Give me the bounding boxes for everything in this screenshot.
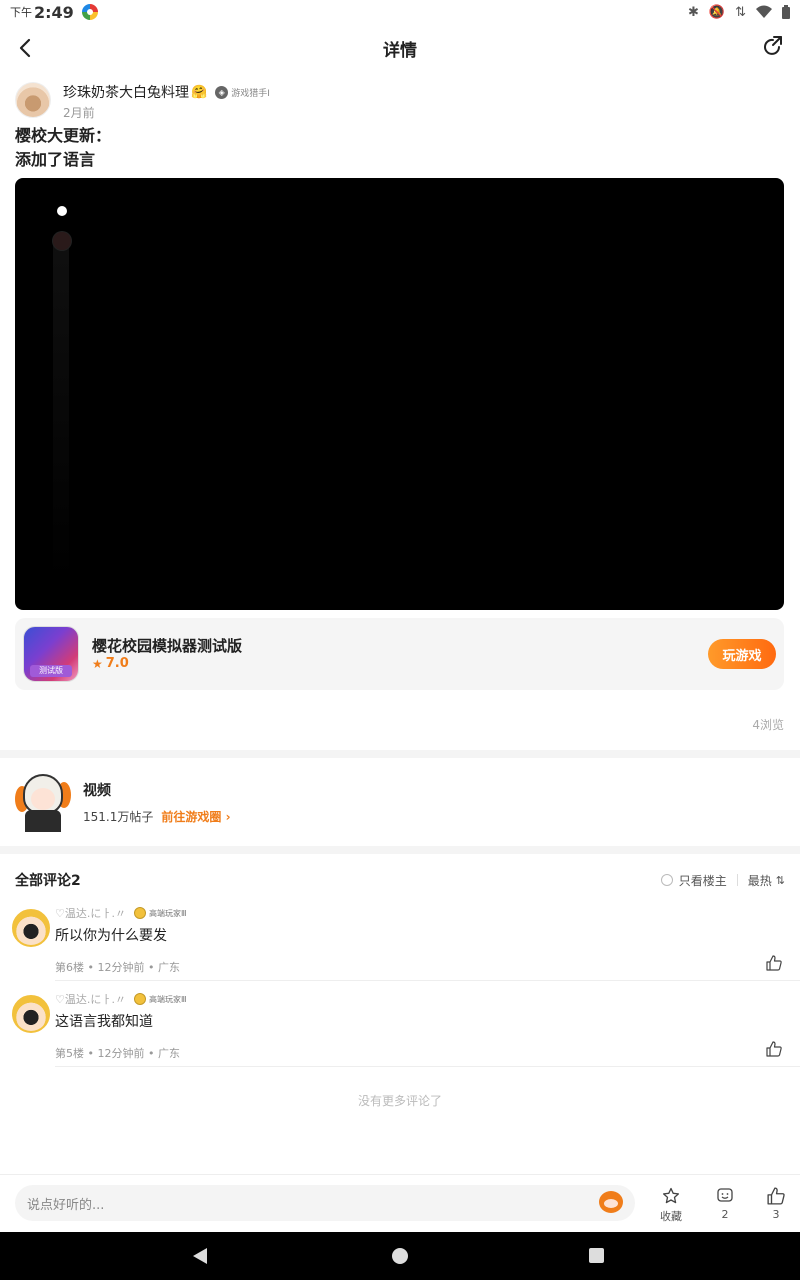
game-rating-value: 7.0 xyxy=(105,656,129,671)
comment-text: 所以你为什么要发 xyxy=(55,928,167,944)
game-name[interactable]: 樱花校园模拟器测试版 xyxy=(92,635,242,656)
bottom-action-bar: 说点好听的... 收藏 2 3 xyxy=(0,1174,800,1232)
comment-emoji-icon xyxy=(717,1188,733,1202)
author-emoji: 🤗 xyxy=(191,84,208,100)
section-divider-2 xyxy=(0,846,800,854)
only-op-radio-icon[interactable] xyxy=(660,874,673,886)
chevron-right-icon: › xyxy=(225,809,231,824)
status-ampm: 下午 xyxy=(10,6,32,19)
post-text-line1: 樱校大更新： xyxy=(15,126,112,145)
commenter-rank-label: 高端玩家Ⅲ xyxy=(148,908,187,918)
thumbs-up-icon xyxy=(767,1187,785,1205)
commenter-name[interactable]: ♡温达.にㅏ.〃 xyxy=(55,991,126,1007)
rank-icon xyxy=(133,993,146,1005)
comment-count: 2 xyxy=(721,1208,729,1221)
only-op-toggle[interactable]: 只看楼主 xyxy=(679,872,727,889)
author-name[interactable]: 珍珠奶茶大白兔料理 xyxy=(63,82,189,102)
video-indicator-dot xyxy=(57,206,67,216)
comments-title: 全部评论2 xyxy=(15,873,81,889)
data-transfer-icon: ⇅ xyxy=(735,4,746,20)
battery-icon xyxy=(782,5,790,19)
share-icon[interactable] xyxy=(760,34,786,60)
status-bar: 下午 2:49 ✱ 🔕 ⇅ xyxy=(0,0,800,24)
circle-post-count: 151.1万帖子 xyxy=(83,809,154,824)
comment-count-button[interactable]: 2 xyxy=(705,1187,745,1221)
game-circle[interactable]: 视频 151.1万帖子 前往游戏圈 › xyxy=(15,772,231,832)
goto-circle-link[interactable]: 前往游戏圈 › xyxy=(161,808,230,825)
video-player[interactable] xyxy=(15,178,784,610)
thumbs-up-icon[interactable] xyxy=(766,955,782,971)
author-avatar[interactable] xyxy=(15,82,51,118)
favorite-button[interactable]: 收藏 xyxy=(651,1187,691,1224)
commenter-avatar[interactable] xyxy=(12,995,50,1033)
status-time: 2:49 xyxy=(34,2,74,22)
post-time: 2月前 xyxy=(63,106,95,120)
post-author: 珍珠奶茶大白兔料理 🤗 ◈ 游戏猎手I 2月前 xyxy=(15,82,270,121)
badge-icon: ◈ xyxy=(215,85,229,99)
circle-name: 视频 xyxy=(83,782,111,799)
avatar-face xyxy=(31,788,55,810)
bluetooth-icon: ✱ xyxy=(688,4,699,20)
mascot-emoji-icon[interactable] xyxy=(599,1191,623,1213)
favorite-label: 收藏 xyxy=(660,1210,682,1223)
comment-input-placeholder: 说点好听的... xyxy=(27,1197,105,1213)
game-card[interactable]: 测试版 樱花校园模拟器测试版 ★ 7.0 玩游戏 xyxy=(15,618,784,690)
comment-input[interactable]: 说点好听的... xyxy=(15,1185,635,1221)
app-notification-icon xyxy=(81,4,98,20)
header-divider xyxy=(736,874,738,886)
video-volume-slider[interactable] xyxy=(53,236,69,581)
comment-divider xyxy=(55,1066,800,1067)
author-badge-label: 游戏猎手I xyxy=(231,88,270,99)
commenter-avatar[interactable] xyxy=(12,909,50,947)
nav-home-icon[interactable] xyxy=(392,1248,408,1264)
view-count: 4浏览 xyxy=(752,718,784,732)
top-bar: 详情 xyxy=(0,24,800,72)
author-badge: ◈ 游戏猎手I xyxy=(215,85,270,99)
system-nav-bar xyxy=(0,1232,800,1280)
commenter-rank: 高端玩家Ⅲ xyxy=(133,993,187,1005)
goto-circle-label: 前往游戏圈 xyxy=(161,809,222,824)
wifi-icon xyxy=(756,5,772,18)
mute-icon: 🔕 xyxy=(708,4,726,20)
page-title: 详情 xyxy=(383,40,417,61)
nav-recents-icon[interactable] xyxy=(589,1248,604,1263)
back-icon[interactable] xyxy=(12,34,40,62)
post-content: 樱校大更新： 添加了语言 xyxy=(15,124,111,172)
video-slider-knob[interactable] xyxy=(53,232,71,250)
comment-info: 第6楼 • 12分钟前 • 广东 xyxy=(55,961,180,974)
commenter-rank: 高端玩家Ⅲ xyxy=(133,907,187,919)
thumbs-up-icon[interactable] xyxy=(766,1041,782,1057)
nav-back-icon[interactable] xyxy=(193,1248,207,1264)
game-icon[interactable]: 测试版 xyxy=(23,626,79,682)
section-divider xyxy=(0,750,800,758)
comment-text: 这语言我都知道 xyxy=(55,1014,153,1030)
like-count: 3 xyxy=(772,1208,780,1221)
comments-header: 全部评论2 只看楼主 最热 ⇅ xyxy=(15,870,785,890)
post-text-line2: 添加了语言 xyxy=(15,150,96,169)
game-icon-label: 测试版 xyxy=(30,665,72,677)
star-outline-icon xyxy=(662,1187,680,1204)
comment-divider xyxy=(55,980,800,981)
sort-icon[interactable]: ⇅ xyxy=(776,874,785,887)
like-button[interactable]: 3 xyxy=(756,1187,796,1221)
rank-icon xyxy=(133,907,146,919)
sort-button[interactable]: 最热 xyxy=(748,872,772,889)
commenter-rank-label: 高端玩家Ⅲ xyxy=(148,994,187,1004)
play-game-button[interactable]: 玩游戏 xyxy=(708,639,776,669)
game-rating: ★ 7.0 xyxy=(92,656,129,671)
avatar-body xyxy=(25,810,61,832)
circle-avatar[interactable] xyxy=(15,772,71,832)
commenter-name[interactable]: ♡温达.にㅏ.〃 xyxy=(55,905,126,921)
star-icon: ★ xyxy=(92,656,103,671)
status-icons: ✱ 🔕 ⇅ xyxy=(688,5,790,20)
no-more-comments: 没有更多评论了 xyxy=(357,1094,442,1108)
comment-info: 第5楼 • 12分钟前 • 广东 xyxy=(55,1047,180,1060)
